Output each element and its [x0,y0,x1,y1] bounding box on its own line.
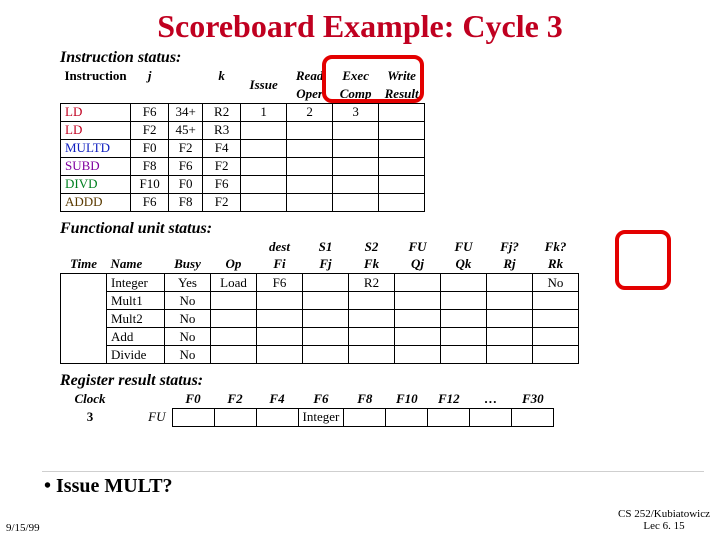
table-row: LD F245+R3 [61,121,425,139]
table-row: MULTD F0F2F4 [61,139,425,157]
table-row: Integer YesLoad F6R2 No [61,274,579,292]
th-j: j [131,67,169,85]
divider [42,471,704,472]
highlight-ring-fk-rk [615,230,671,290]
table-row: ADDD F6F8F2 [61,193,425,211]
fu-status-table: dest S1 S2 FU FU Fj? Fk? Time Name Busy … [60,238,579,365]
th-clock: Clock [60,390,120,408]
th-op: Op [211,256,257,274]
slide-title: Scoreboard Example: Cycle 3 [0,0,720,49]
th-time: Time [61,256,107,274]
slide-date: 9/15/99 [6,522,40,534]
table-row: Mult2 No [61,310,579,328]
bullet-issue-mult: • Issue MULT? [44,475,173,498]
fu-status-label: Functional unit status: [0,220,720,238]
th-k: k [203,67,241,85]
table-row: LD F6 34+ R2 1 2 3 [61,103,425,121]
th-instruction: Instruction [61,67,131,85]
table-row: 3 FU Integer [60,408,554,426]
th-name: Name [107,256,165,274]
reg-status-label: Register result status: [0,372,720,390]
table-row: Mult1 No [61,292,579,310]
table-row: Divide No [61,346,579,364]
th-busy: Busy [165,256,211,274]
table-row: SUBD F8F6F2 [61,157,425,175]
highlight-ring-exec-write [322,55,424,103]
slide-footer: CS 252/Kubiatowicz Lec 6. 15 [618,508,710,532]
table-row: DIVD F10F0F6 [61,175,425,193]
table-row: Add No [61,328,579,346]
th-issue: Issue [241,67,287,103]
reg-status-table: Clock F0 F2 F4 F6 F8 F10 F12 … F30 3 FU … [60,390,554,427]
